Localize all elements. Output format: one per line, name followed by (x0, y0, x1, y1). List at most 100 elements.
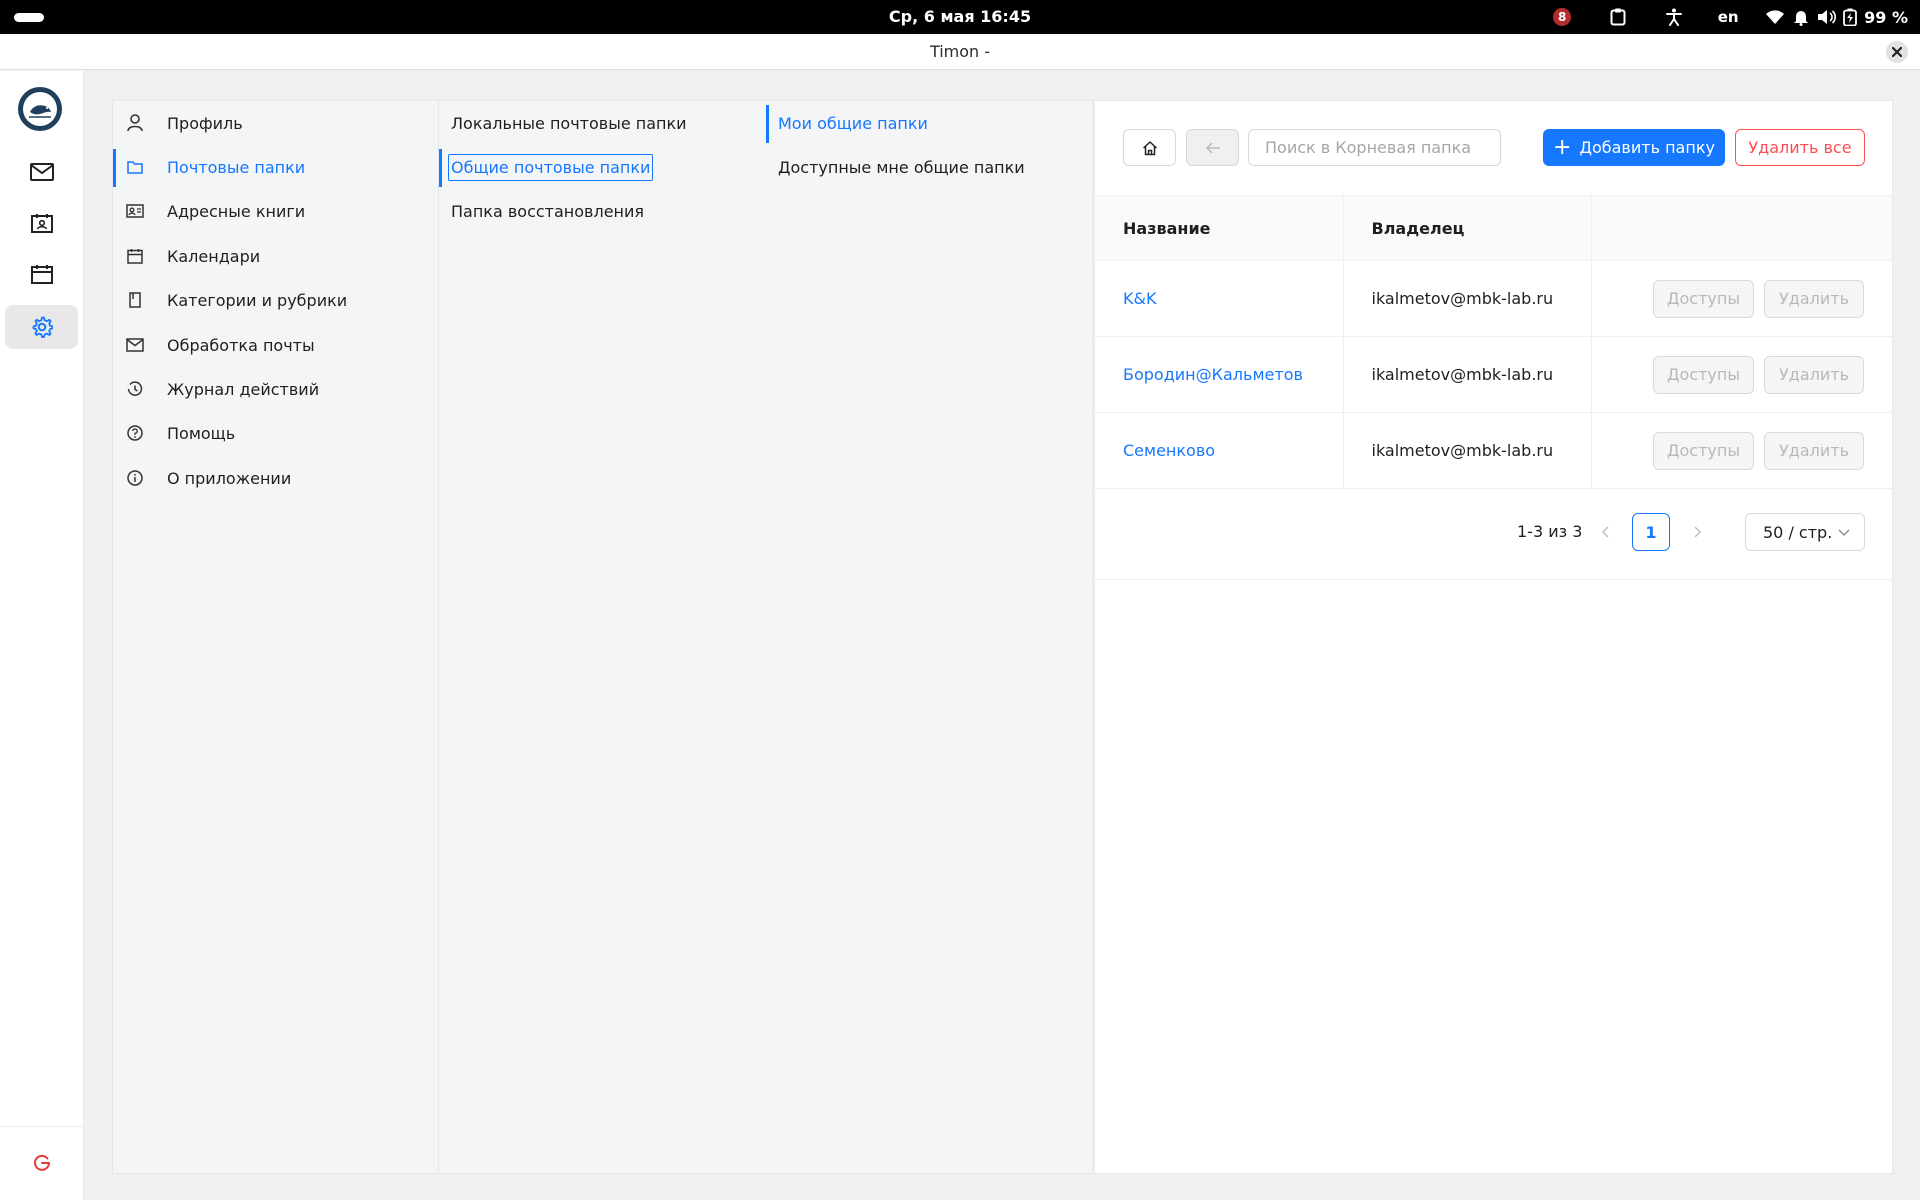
contact-card-icon (125, 201, 145, 221)
menu-item-label: О приложении (167, 468, 292, 488)
next-page-button[interactable] (1682, 513, 1714, 551)
menu-item-mail-processing[interactable]: Обработка почты (113, 325, 438, 365)
bell-icon[interactable] (1788, 0, 1814, 34)
delete-all-label: Удалить все (1748, 138, 1852, 157)
wifi-icon[interactable] (1762, 0, 1788, 34)
delete-button[interactable]: Удалить (1764, 355, 1864, 394)
submenu-recovery-folder[interactable]: Папка восстановления (439, 191, 766, 231)
menu-item-address-books[interactable]: Адресные книги (113, 191, 438, 231)
window-title: Timon - (929, 42, 991, 61)
plus-icon: + (1553, 134, 1572, 160)
volume-icon[interactable] (1814, 0, 1840, 34)
submenu-label: Мои общие папки (778, 113, 928, 133)
page-size-select[interactable]: 50 / стр. (1745, 513, 1865, 551)
folder-icon (125, 157, 145, 177)
logout-button[interactable] (5, 1141, 78, 1185)
mail-icon (125, 335, 145, 355)
access-button[interactable]: Доступы (1653, 431, 1754, 470)
menu-item-label: Обработка почты (167, 335, 315, 355)
menu-item-profile[interactable]: Профиль (113, 103, 438, 143)
close-icon (1892, 47, 1902, 57)
language-indicator[interactable]: en (1712, 0, 1744, 34)
add-folder-button[interactable]: + Добавить папку (1543, 129, 1725, 166)
folder-search-input[interactable] (1248, 129, 1501, 166)
folder-owner-cell: ikalmetov@mbk-lab.ru (1342, 336, 1591, 413)
pagination: 1-3 из 3 1 50 / стр. (1095, 513, 1892, 551)
bookmark-icon (125, 290, 145, 310)
folder-link[interactable]: K&K (1123, 289, 1156, 308)
column-header-actions (1590, 195, 1892, 261)
menu-item-label: Категории и рубрики (167, 290, 348, 310)
activities-button[interactable] (14, 13, 44, 22)
add-folder-label: Добавить папку (1579, 138, 1715, 157)
app-rail (0, 71, 84, 1200)
rail-mail-button[interactable] (5, 150, 78, 194)
system-top-bar: Ср, 6 мая 16:45 8 en 99 % (0, 0, 1920, 34)
table-row: Бородин@Кальметов ikalmetov@mbk-lab.ru Д… (1095, 336, 1892, 413)
submenu-shared-folders[interactable]: Общие почтовые папки (439, 147, 766, 187)
arrow-left-icon (1205, 141, 1220, 154)
delete-all-button[interactable]: Удалить все (1735, 129, 1865, 166)
submenu-my-shared-folders[interactable]: Мои общие папки (766, 103, 1092, 143)
menu-item-mail-folders[interactable]: Почтовые папки (113, 147, 438, 187)
access-button[interactable]: Доступы (1653, 355, 1754, 394)
history-icon (125, 379, 145, 399)
menu-item-about[interactable]: О приложении (113, 458, 438, 498)
folder-name-cell: Бородин@Кальметов (1095, 336, 1343, 413)
previous-page-button[interactable] (1589, 513, 1621, 551)
rail-contacts-button[interactable] (5, 201, 78, 245)
home-icon (1142, 140, 1157, 155)
submenu-label: Локальные почтовые папки (451, 113, 687, 133)
submenu-label: Доступные мне общие папки (778, 157, 1025, 177)
rail-divider (0, 1126, 84, 1127)
submenu-available-shared-folders[interactable]: Доступные мне общие папки (766, 147, 1092, 187)
logout-icon (33, 1154, 50, 1171)
page-button-current[interactable]: 1 (1632, 513, 1670, 551)
folder-owner-cell: ikalmetov@mbk-lab.ru (1342, 412, 1591, 489)
shared-folders-table: Название Владелец K&K ikalmetov@mbk-lab.… (1095, 195, 1892, 489)
back-button[interactable] (1186, 129, 1239, 166)
rail-calendar-button[interactable] (5, 252, 78, 296)
table-row: K&K ikalmetov@mbk-lab.ru Доступы Удалить (1095, 260, 1892, 337)
notification-count: 8 (1553, 8, 1572, 26)
notification-indicator[interactable]: 8 (1544, 0, 1580, 34)
accessibility-icon[interactable] (1656, 0, 1692, 34)
menu-item-calendars[interactable]: Календари (113, 236, 438, 276)
address-book-icon (30, 214, 53, 233)
submenu-local-folders[interactable]: Локальные почтовые папки (439, 103, 766, 143)
delete-button[interactable]: Удалить (1764, 431, 1864, 470)
column-header-owner[interactable]: Владелец (1342, 195, 1591, 261)
home-button[interactable] (1123, 129, 1176, 166)
chevron-down-icon (1838, 529, 1850, 536)
clipboard-icon[interactable] (1600, 0, 1636, 34)
close-window-button[interactable] (1886, 41, 1908, 63)
folder-name-cell: K&K (1095, 260, 1343, 337)
panel-divider (1095, 579, 1892, 580)
table-header-row: Название Владелец (1095, 195, 1892, 261)
delete-button[interactable]: Удалить (1764, 279, 1864, 318)
window-title-bar: Timon - (0, 34, 1920, 70)
app-logo (18, 87, 62, 131)
access-button[interactable]: Доступы (1653, 279, 1754, 318)
folder-name-cell: Семенково (1095, 412, 1343, 489)
rail-settings-button[interactable] (5, 305, 78, 349)
column-header-name[interactable]: Название (1095, 195, 1343, 261)
seal-logo-icon (29, 105, 51, 118)
folder-link[interactable]: Бородин@Кальметов (1123, 365, 1303, 384)
menu-item-help[interactable]: Помощь (113, 413, 438, 453)
menu-item-activity-log[interactable]: Журнал действий (113, 369, 438, 409)
chevron-left-icon (1601, 526, 1609, 538)
menu-item-label: Почтовые папки (167, 157, 306, 177)
battery-icon[interactable] (1840, 0, 1860, 34)
mail-icon (29, 163, 54, 181)
calendar-icon (30, 265, 53, 284)
folders-submenu: Локальные почтовые папки Общие почтовые … (439, 101, 766, 1173)
menu-item-label: Профиль (167, 113, 243, 133)
folder-actions-cell: Доступы Удалить (1590, 412, 1892, 489)
folder-link[interactable]: Семенково (1123, 441, 1215, 460)
menu-item-categories[interactable]: Категории и рубрики (113, 280, 438, 320)
shared-folders-submenu: Мои общие папки Доступные мне общие папк… (766, 101, 1092, 1173)
system-tray: 8 en 99 % (1544, 0, 1908, 34)
settings-menu: Профиль Почтовые папки Адресные книги Ка… (113, 101, 439, 1173)
menu-item-label: Календари (167, 246, 261, 266)
